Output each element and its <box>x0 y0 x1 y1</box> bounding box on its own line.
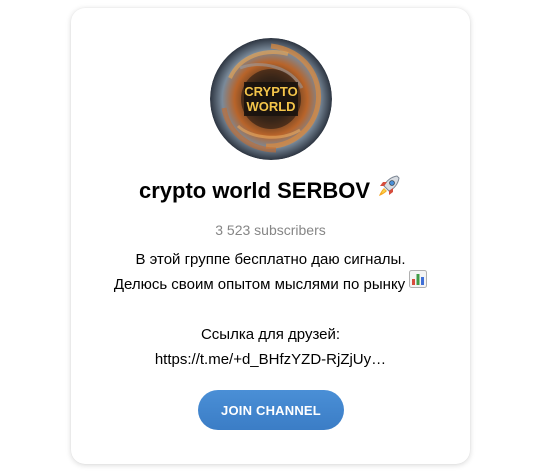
channel-description: В этой группе бесплатно даю сигналы. Дел… <box>81 247 460 372</box>
rocket-icon <box>376 173 402 207</box>
subscriber-count: 3 523 subscribers <box>215 222 326 238</box>
description-line: В этой группе бесплатно даю сигналы. <box>135 251 406 268</box>
description-line: Делюсь своим опытом мыслями по рынку <box>113 276 406 293</box>
channel-title: crypto world SERBOV <box>138 178 371 203</box>
channel-title-row: crypto world SERBOV <box>71 173 470 207</box>
bar-chart-icon <box>409 270 428 296</box>
avatar-text-bottom: WORLD <box>246 99 295 114</box>
link-label: Ссылка для друзей: <box>200 326 341 343</box>
join-channel-button[interactable]: JOIN CHANNEL <box>198 390 344 430</box>
channel-avatar: CRYPTO WORLD <box>210 38 332 160</box>
avatar-text-top: CRYPTO <box>244 84 297 99</box>
invite-link[interactable]: https://t.me/+d_BHfzYZD-RjZjUy… <box>81 347 460 372</box>
description-line-with-emoji: Делюсь своим опытом мыслями по рынку <box>81 270 460 297</box>
channel-card: CRYPTO WORLD crypto world SERBOV 3 523 s… <box>71 8 470 464</box>
description-spacer <box>81 297 460 322</box>
